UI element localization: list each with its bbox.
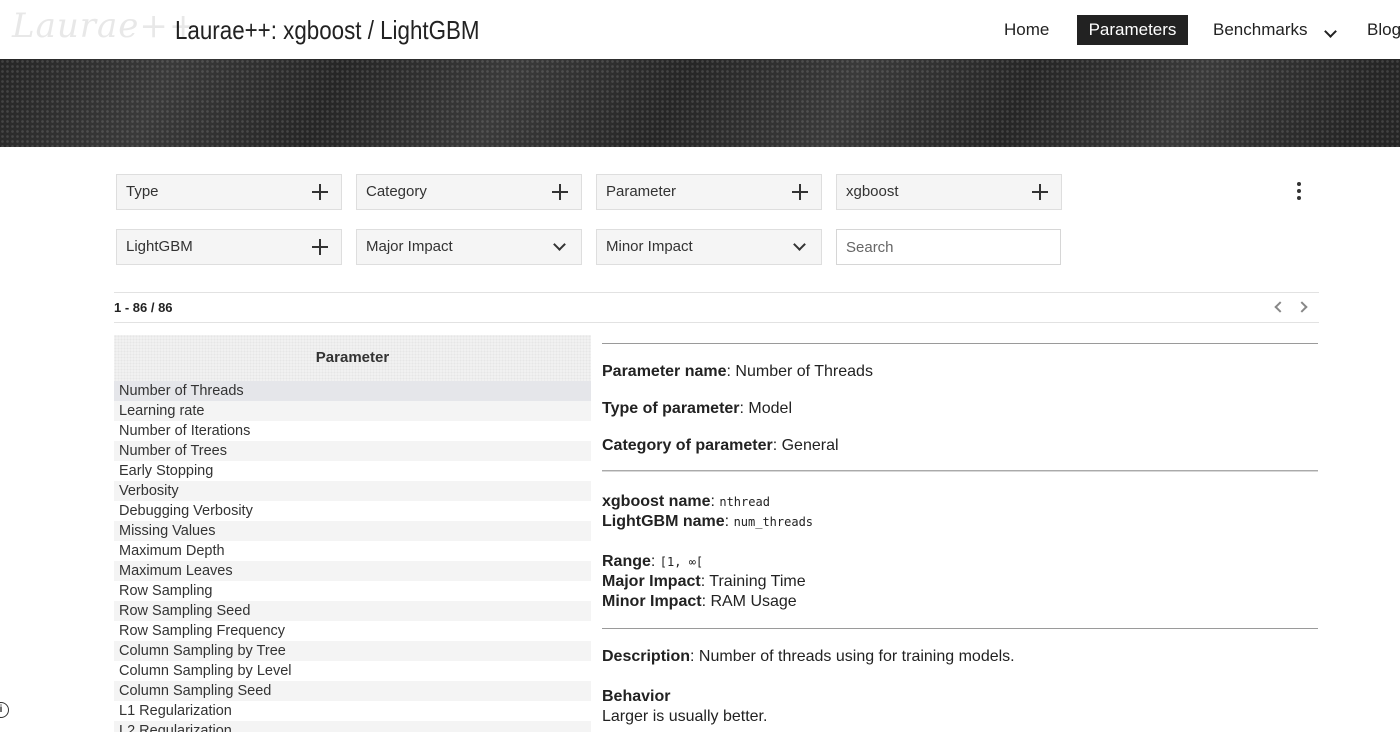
table-row[interactable]: Maximum Leaves xyxy=(114,561,591,581)
detail-label: Category of parameter xyxy=(602,437,773,454)
divider xyxy=(602,343,1318,344)
detail-value: General xyxy=(781,437,839,454)
detail-label: Description xyxy=(602,648,691,665)
plus-icon[interactable] xyxy=(552,184,568,200)
detail-label: Behavior xyxy=(602,688,671,705)
detail-label: xgboost name xyxy=(602,493,711,510)
detail-value: RAM Usage xyxy=(710,593,797,610)
table-row[interactable]: Maximum Depth xyxy=(114,541,591,561)
nav-home[interactable]: Home xyxy=(1004,15,1049,45)
detail-behavior-heading: Behavior xyxy=(602,688,670,706)
filter-minor-impact[interactable]: Minor Impact xyxy=(596,229,822,265)
table-row[interactable]: Number of Iterations xyxy=(114,421,591,441)
filter-parameter[interactable]: Parameter xyxy=(596,174,822,210)
detail-value: Training Time xyxy=(709,573,806,590)
detail-major-impact: Major Impact: Training Time xyxy=(602,573,806,590)
table-body: Number of Threads Learning rate Number of … xyxy=(114,381,591,732)
detail-value: num_threads xyxy=(733,515,814,529)
detail-value: Number of threads using for training mod… xyxy=(698,648,1015,665)
filter-type[interactable]: Type xyxy=(116,174,342,210)
table-row[interactable]: Debugging Verbosity xyxy=(114,501,591,521)
detail-value: [1, ∞[ xyxy=(659,555,704,569)
table-row[interactable]: L2 Regularization xyxy=(114,721,591,732)
detail-lightgbm-name: LightGBM name: num_threads xyxy=(602,513,814,530)
detail-value: Model xyxy=(748,400,792,417)
table-row[interactable]: Column Sampling by Level xyxy=(114,661,591,681)
detail-value: nthread xyxy=(719,495,770,509)
table-row[interactable]: Row Sampling xyxy=(114,581,591,601)
detail-label: Minor Impact xyxy=(602,593,702,610)
filter-lightgbm-label: LightGBM xyxy=(126,238,193,255)
parameter-table: Parameter Number of Threads Learning rate… xyxy=(114,335,591,732)
filter-parameter-label: Parameter xyxy=(606,183,677,200)
table-row[interactable]: Column Sampling by Tree xyxy=(114,641,591,661)
divider xyxy=(602,470,1318,472)
table-row[interactable]: Missing Values xyxy=(114,521,591,541)
table-row[interactable]: L1 Regularization xyxy=(114,701,591,721)
filter-major-impact[interactable]: Major Impact xyxy=(356,229,582,265)
nav-blog[interactable]: Blog xyxy=(1367,15,1400,45)
table-row[interactable]: Learning rate xyxy=(114,401,591,421)
table-row[interactable]: Row Sampling Seed xyxy=(114,601,591,621)
filter-lightgbm[interactable]: LightGBM xyxy=(116,229,342,265)
chevron-left-icon[interactable] xyxy=(1274,301,1286,313)
site-title[interactable]: Laurae++: xgboost / LightGBM xyxy=(175,15,480,46)
info-icon[interactable]: i xyxy=(0,702,9,718)
table-row[interactable]: Row Sampling Frequency xyxy=(114,621,591,641)
plus-icon[interactable] xyxy=(792,184,808,200)
detail-label: Major Impact xyxy=(602,573,701,590)
detail-description: Description: Number of threads using for… xyxy=(602,648,1015,665)
chevron-down-icon[interactable] xyxy=(793,238,806,251)
plus-icon[interactable] xyxy=(312,184,328,200)
table-row[interactable]: Number of Trees xyxy=(114,441,591,461)
filter-xgboost[interactable]: xgboost xyxy=(836,174,1062,210)
top-bar: Laurae++ Laurae++: xgboost / LightGBM Ho… xyxy=(0,0,1400,59)
detail-label: Range xyxy=(602,553,651,570)
chevron-down-icon[interactable] xyxy=(1324,25,1337,38)
table-row[interactable]: Column Sampling Seed xyxy=(114,681,591,701)
header-banner xyxy=(0,59,1400,147)
table-row[interactable]: Number of Threads xyxy=(114,381,591,401)
filter-xgboost-label: xgboost xyxy=(846,183,899,200)
detail-minor-impact: Minor Impact: RAM Usage xyxy=(602,593,797,610)
chevron-right-icon[interactable] xyxy=(1296,301,1308,313)
detail-xgboost-name: xgboost name: nthread xyxy=(602,493,770,510)
filter-major-impact-label: Major Impact xyxy=(366,238,453,255)
detail-label: LightGBM name xyxy=(602,513,725,530)
site-logo[interactable]: Laurae++ xyxy=(12,6,198,46)
detail-label: Parameter name xyxy=(602,363,727,380)
nav-benchmarks[interactable]: Benchmarks xyxy=(1213,15,1307,45)
table-row[interactable]: Early Stopping xyxy=(114,461,591,481)
detail-value: Number of Threads xyxy=(735,363,873,380)
plus-icon[interactable] xyxy=(312,239,328,255)
divider xyxy=(114,322,1319,323)
detail-label: Type of parameter xyxy=(602,400,740,417)
detail-parameter-type: Type of parameter: Model xyxy=(602,400,792,417)
divider xyxy=(114,292,1319,293)
search-input[interactable] xyxy=(836,229,1061,265)
plus-icon[interactable] xyxy=(1032,184,1048,200)
table-header-parameter[interactable]: Parameter xyxy=(114,335,591,381)
filter-type-label: Type xyxy=(126,183,159,200)
pagination-range: 1 - 86 / 86 xyxy=(114,300,173,315)
divider xyxy=(602,628,1318,629)
chevron-down-icon[interactable] xyxy=(553,238,566,251)
more-options-icon[interactable] xyxy=(1290,182,1308,202)
filter-minor-impact-label: Minor Impact xyxy=(606,238,693,255)
filter-category[interactable]: Category xyxy=(356,174,582,210)
detail-range: Range: [1, ∞[ xyxy=(602,553,704,570)
nav-parameters[interactable]: Parameters xyxy=(1077,15,1188,45)
detail-parameter-name: Parameter name: Number of Threads xyxy=(602,363,873,380)
filter-category-label: Category xyxy=(366,183,427,200)
detail-behavior-text: Larger is usually better. xyxy=(602,708,768,725)
table-row[interactable]: Verbosity xyxy=(114,481,591,501)
detail-parameter-category: Category of parameter: General xyxy=(602,437,839,454)
